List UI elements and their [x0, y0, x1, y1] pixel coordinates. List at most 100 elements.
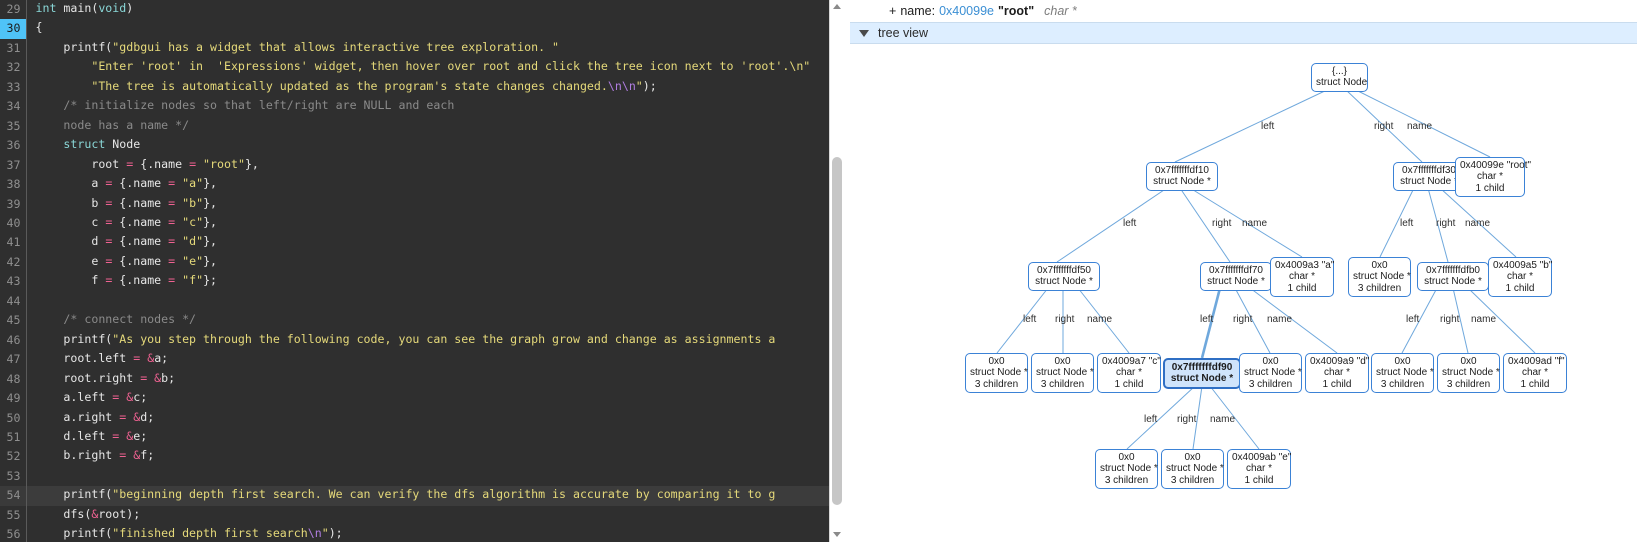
- line-number[interactable]: 31: [0, 38, 26, 59]
- code-line[interactable]: 39 b = {.name = "b"},: [0, 194, 843, 214]
- code-line[interactable]: 47 root.left = &a;: [0, 350, 843, 370]
- line-number[interactable]: 37: [0, 155, 26, 176]
- expression-address[interactable]: 0x40099e: [939, 4, 994, 18]
- line-number[interactable]: 52: [0, 447, 26, 467]
- code-line[interactable]: 45 /* connect nodes */: [0, 311, 843, 331]
- line-number[interactable]: 36: [0, 136, 26, 156]
- code-line[interactable]: 30{: [0, 19, 843, 39]
- line-number[interactable]: 56: [0, 525, 26, 542]
- line-number[interactable]: 40: [0, 213, 26, 234]
- code-line[interactable]: 51 d.left = &e;: [0, 427, 843, 448]
- tree-node[interactable]: 0x0 struct Node * 3 children: [1239, 353, 1302, 394]
- tree-node[interactable]: 0x0 struct Node * 3 children: [1161, 449, 1224, 490]
- tree-node[interactable]: 0x4009a5 "b" char * 1 child: [1488, 257, 1552, 298]
- tree-node[interactable]: 0x7fffffffdfb0 struct Node *: [1417, 262, 1489, 291]
- edge-label-left: left: [1144, 414, 1158, 425]
- line-number[interactable]: 34: [0, 97, 26, 117]
- code-line[interactable]: 55 dfs(&root);: [0, 505, 843, 526]
- tree-node[interactable]: {...} struct Node: [1311, 63, 1368, 92]
- tree-node-line: 0x4009ab "e": [1232, 452, 1292, 463]
- code-line[interactable]: 44: [0, 291, 843, 312]
- tree-view-header[interactable]: tree view: [850, 22, 1637, 44]
- tree-node-line: char *: [1476, 171, 1504, 183]
- line-number[interactable]: 33: [0, 77, 26, 98]
- code-line[interactable]: 33 "The tree is automatically updated as…: [0, 77, 843, 98]
- scrollbar-thumb[interactable]: [832, 157, 842, 505]
- tree-node[interactable]: 0x4009a7 "c" char * 1 child: [1097, 353, 1161, 394]
- line-number[interactable]: 38: [0, 175, 26, 195]
- editor-vertical-scrollbar[interactable]: [829, 0, 843, 542]
- source-code-pane[interactable]: 29 int main(void) 30{31 printf("gdbgui has…: [0, 0, 843, 542]
- tree-node[interactable]: 0x0 struct Node * 3 children: [1031, 353, 1094, 394]
- tree-node-line: 3 children: [974, 378, 1019, 390]
- edge-label-right: right: [1440, 314, 1460, 325]
- code-line[interactable]: 31 printf("gdbgui has a widget that allo…: [0, 38, 843, 59]
- line-number[interactable]: 42: [0, 252, 26, 273]
- code-line[interactable]: 46 printf("As you step through the follo…: [0, 330, 843, 351]
- tree-graph-canvas[interactable]: left right name left right name left right name l…: [850, 45, 1637, 542]
- tree-node[interactable]: 0x4009ad "f" char * 1 child: [1503, 353, 1567, 394]
- code-line[interactable]: 54 printf("beginning depth first search.…: [0, 486, 843, 506]
- code-line[interactable]: 40 c = {.name = "c"},: [0, 213, 843, 234]
- line-number[interactable]: 47: [0, 350, 26, 370]
- tree-node[interactable]: 0x40099e "root" char * 1 child: [1455, 157, 1531, 198]
- code-text: a.left = &c;: [25, 389, 843, 409]
- code-line[interactable]: 34 /* initialize nodes so that left/righ…: [0, 97, 843, 117]
- line-number[interactable]: 53: [0, 466, 26, 487]
- line-number[interactable]: 45: [0, 311, 26, 331]
- tree-node[interactable]: 0x7fffffffdf70 struct Node *: [1200, 262, 1272, 291]
- chevron-down-icon[interactable]: [859, 29, 869, 37]
- tree-node[interactable]: 0x7fffffffdf50 struct Node *: [1028, 262, 1100, 291]
- code-line[interactable]: 56 printf("finished depth first search\n…: [0, 525, 843, 542]
- expand-plus-icon[interactable]: +: [889, 4, 896, 18]
- expression-row[interactable]: + name: 0x40099e "root" char *: [850, 0, 1637, 21]
- line-number[interactable]: 55: [0, 505, 26, 526]
- line-number[interactable]: 48: [0, 369, 26, 390]
- tree-node[interactable]: 0x0 struct Node * 3 children: [1095, 449, 1158, 490]
- tree-node[interactable]: 0x4009ab "e" char * 1 child: [1227, 449, 1292, 490]
- tree-node[interactable]: 0x0 struct Node * 3 children: [965, 353, 1028, 394]
- scroll-down-arrow-icon[interactable]: [830, 528, 843, 542]
- code-line[interactable]: 38 a = {.name = "a"},: [0, 175, 843, 195]
- code-text: root.right = &b;: [25, 369, 843, 390]
- tree-node[interactable]: 0x4009a9 "d" char * 1 child: [1305, 353, 1369, 394]
- code-line[interactable]: 42 e = {.name = "e"},: [0, 252, 843, 273]
- line-number[interactable]: 49: [0, 389, 26, 409]
- edge-label-left: left: [1023, 314, 1037, 325]
- line-number[interactable]: 43: [0, 272, 26, 292]
- code-line[interactable]: 48 root.right = &b;: [0, 369, 843, 390]
- tree-node[interactable]: 0x7fffffffdf10 struct Node *: [1146, 162, 1218, 191]
- code-line[interactable]: 32 "Enter 'root' in 'Expressions' widget…: [0, 58, 843, 78]
- edge-label-right: right: [1177, 414, 1197, 425]
- code-line[interactable]: 43 f = {.name = "f"};: [0, 272, 843, 292]
- edge-label-left: left: [1123, 218, 1137, 229]
- line-number[interactable]: 41: [0, 233, 26, 253]
- tree-node[interactable]: 0x0 struct Node * 3 children: [1371, 353, 1434, 394]
- line-number[interactable]: 35: [0, 116, 26, 137]
- code-line[interactable]: 52 b.right = &f;: [0, 447, 843, 467]
- line-number[interactable]: 46: [0, 330, 26, 351]
- line-number[interactable]: 44: [0, 291, 26, 312]
- code-line[interactable]: 35 node has a name */: [0, 116, 843, 137]
- code-line[interactable]: 50 a.right = &d;: [0, 408, 843, 428]
- line-number[interactable]: 50: [0, 408, 26, 428]
- code-line[interactable]: 49 a.left = &c;: [0, 389, 843, 409]
- tree-node[interactable]: 0x0 struct Node * 3 children: [1437, 353, 1500, 394]
- expressions-tree-pane: + name: 0x40099e "root" char * tree view…: [843, 0, 1637, 542]
- code-line[interactable]: 29 int main(void): [0, 0, 843, 20]
- code-line[interactable]: 41 d = {.name = "d"},: [0, 233, 843, 253]
- line-number[interactable]: 54: [0, 486, 26, 506]
- line-number[interactable]: 29: [0, 0, 26, 20]
- code-line[interactable]: 37 root = {.name = "root"},: [0, 155, 843, 176]
- line-number[interactable]: 32: [0, 58, 26, 78]
- code-line[interactable]: 53: [0, 466, 843, 487]
- tree-node-selected[interactable]: 0x7fffffffdf90 struct Node *: [1163, 358, 1241, 389]
- line-number[interactable]: 39: [0, 194, 26, 214]
- tree-node[interactable]: 0x4009a3 "a" char * 1 child: [1270, 257, 1334, 298]
- code-line[interactable]: 36 struct Node: [0, 136, 843, 156]
- scroll-up-arrow-icon[interactable]: [830, 0, 843, 14]
- line-number[interactable]: 30: [0, 19, 26, 39]
- tree-node[interactable]: 0x0 struct Node * 3 children: [1348, 257, 1411, 298]
- edge-label-right: right: [1055, 314, 1075, 325]
- line-number[interactable]: 51: [0, 427, 26, 448]
